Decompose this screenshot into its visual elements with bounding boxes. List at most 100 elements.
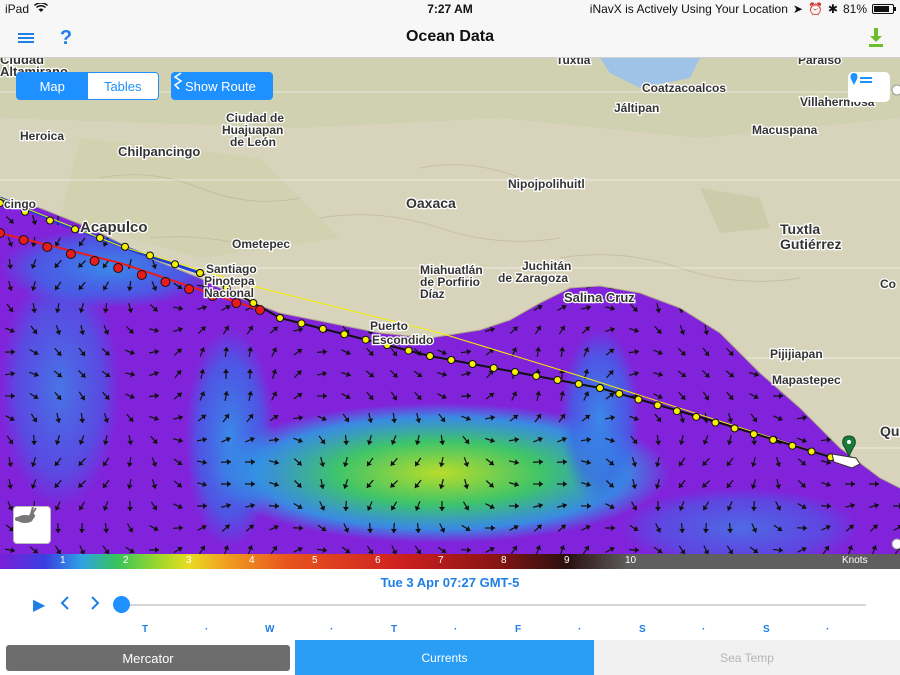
- tables-view-button[interactable]: Tables: [87, 73, 158, 99]
- route-waypoint[interactable]: [276, 314, 284, 322]
- place-label: Tuxtla: [780, 221, 820, 237]
- scale-tick: 7: [438, 555, 444, 566]
- route-waypoint[interactable]: [0, 228, 5, 238]
- place-label: Jáltipan: [614, 101, 659, 115]
- route-waypoint[interactable]: [653, 401, 662, 410]
- speed-scale-bar: [0, 554, 900, 569]
- show-route-button[interactable]: Show Route: [171, 72, 273, 100]
- map-view[interactable]: Ciudad Altamirano Ciudad de Huajuapan de…: [0, 58, 900, 554]
- tab-mercator[interactable]: Mercator: [6, 645, 290, 671]
- route-waypoint[interactable]: [711, 418, 720, 427]
- route-waypoint[interactable]: [318, 324, 327, 333]
- scale-tick: 2: [123, 555, 129, 566]
- place-label: Oaxaca: [406, 195, 456, 211]
- map-canvas[interactable]: Ciudad Altamirano Ciudad de Huajuapan de…: [0, 58, 900, 554]
- route-waypoint[interactable]: [404, 346, 413, 355]
- place-label: Escondido: [372, 333, 433, 347]
- route-waypoint[interactable]: [171, 260, 179, 269]
- nav-bar: ? Ocean Data: [0, 18, 900, 58]
- place-label: Coatzacoalcos: [642, 81, 726, 95]
- route-waypoint[interactable]: [249, 299, 258, 307]
- route-waypoint[interactable]: [468, 360, 477, 368]
- route-waypoint[interactable]: [0, 199, 4, 207]
- speed-scale: 1 2 3 4 5 6 7 8 9 10 Knots: [0, 554, 900, 569]
- place-label: Díaz: [420, 287, 445, 301]
- route-waypoint[interactable]: [89, 256, 100, 266]
- route-waypoint[interactable]: [42, 242, 53, 252]
- day-tick: S: [639, 624, 646, 635]
- time-slider-knob[interactable]: [113, 596, 130, 613]
- day-tick: ·: [578, 624, 582, 635]
- route-waypoint[interactable]: [807, 447, 816, 456]
- route-waypoint[interactable]: [426, 352, 434, 360]
- next-button[interactable]: [90, 595, 100, 616]
- location-status: iNavX is Actively Using Your Location: [589, 2, 788, 16]
- route-waypoint[interactable]: [113, 263, 124, 273]
- route-waypoint[interactable]: [511, 368, 519, 376]
- route-waypoint[interactable]: [574, 380, 583, 388]
- route-waypoint[interactable]: [136, 270, 147, 280]
- route-waypoint[interactable]: [65, 249, 76, 259]
- route-waypoint[interactable]: [692, 412, 701, 421]
- battery-icon: [872, 4, 896, 14]
- layers-button[interactable]: [848, 72, 890, 102]
- route-waypoint[interactable]: [340, 330, 349, 339]
- route-waypoint[interactable]: [71, 225, 79, 234]
- place-label: Nacional: [204, 286, 254, 300]
- previous-button[interactable]: [60, 595, 70, 616]
- scale-tick: 3: [186, 555, 192, 566]
- tab-sea-temp[interactable]: Sea Temp: [594, 640, 900, 675]
- route-waypoint[interactable]: [46, 216, 54, 225]
- bluetooth-icon: ✱: [827, 2, 838, 16]
- place-label: de León: [230, 135, 276, 149]
- view-toggle: Map Tables: [16, 72, 159, 100]
- battery-percent: 81%: [842, 2, 867, 16]
- play-button[interactable]: ▶: [33, 595, 45, 615]
- route-waypoint[interactable]: [730, 424, 739, 433]
- place-label: Pijijiapan: [770, 347, 823, 361]
- status-bar: iPad 7:27 AM iNavX is Actively Using You…: [0, 0, 900, 18]
- scale-unit: Knots: [842, 555, 868, 566]
- scale-tick: 8: [501, 555, 507, 566]
- route-waypoint[interactable]: [489, 364, 498, 372]
- route-waypoint[interactable]: [447, 356, 456, 364]
- tab-currents[interactable]: Currents: [295, 640, 594, 675]
- scale-tick: 6: [375, 555, 381, 566]
- time-slider-track[interactable]: [120, 604, 866, 606]
- animation-speed-button[interactable]: [13, 506, 51, 544]
- route-waypoint[interactable]: [596, 384, 604, 392]
- route-waypoint[interactable]: [788, 441, 797, 450]
- route-waypoint[interactable]: [672, 407, 681, 416]
- route-waypoint[interactable]: [361, 335, 370, 344]
- day-tick: T: [391, 624, 398, 635]
- day-tick: S: [763, 624, 770, 635]
- day-tick: ·: [330, 624, 334, 635]
- route-waypoint[interactable]: [160, 277, 171, 287]
- route-waypoint[interactable]: [532, 372, 541, 380]
- route-waypoint[interactable]: [749, 430, 758, 439]
- route-waypoint[interactable]: [121, 242, 129, 251]
- route-waypoint[interactable]: [634, 395, 643, 404]
- download-icon[interactable]: [864, 26, 888, 50]
- route-waypoint[interactable]: [615, 389, 624, 398]
- route-waypoint[interactable]: [297, 319, 306, 328]
- place-label: Acapulco: [80, 219, 148, 236]
- route-waypoint[interactable]: [769, 435, 778, 444]
- place-label: Tuxtla: [556, 58, 591, 67]
- route-waypoint[interactable]: [146, 251, 154, 260]
- route-waypoint[interactable]: [553, 376, 562, 384]
- scale-tick: 4: [249, 555, 255, 566]
- day-tick: T: [142, 624, 149, 635]
- map-view-button[interactable]: Map: [17, 73, 88, 99]
- place-label: Paraíso: [798, 58, 841, 67]
- place-label: Ometepec: [232, 237, 290, 251]
- route-waypoint[interactable]: [18, 235, 29, 245]
- route-waypoint[interactable]: [184, 284, 195, 294]
- route-waypoint[interactable]: [196, 269, 204, 277]
- timeline-panel: Tue 3 Apr 07:27 GMT-5 ▶ T · W · T · F · …: [0, 569, 900, 640]
- route-waypoint[interactable]: [255, 305, 265, 315]
- day-tick: ·: [454, 624, 458, 635]
- place-label: Co: [880, 277, 896, 291]
- scale-tick: 1: [60, 555, 66, 566]
- place-label: Qu: [880, 423, 899, 439]
